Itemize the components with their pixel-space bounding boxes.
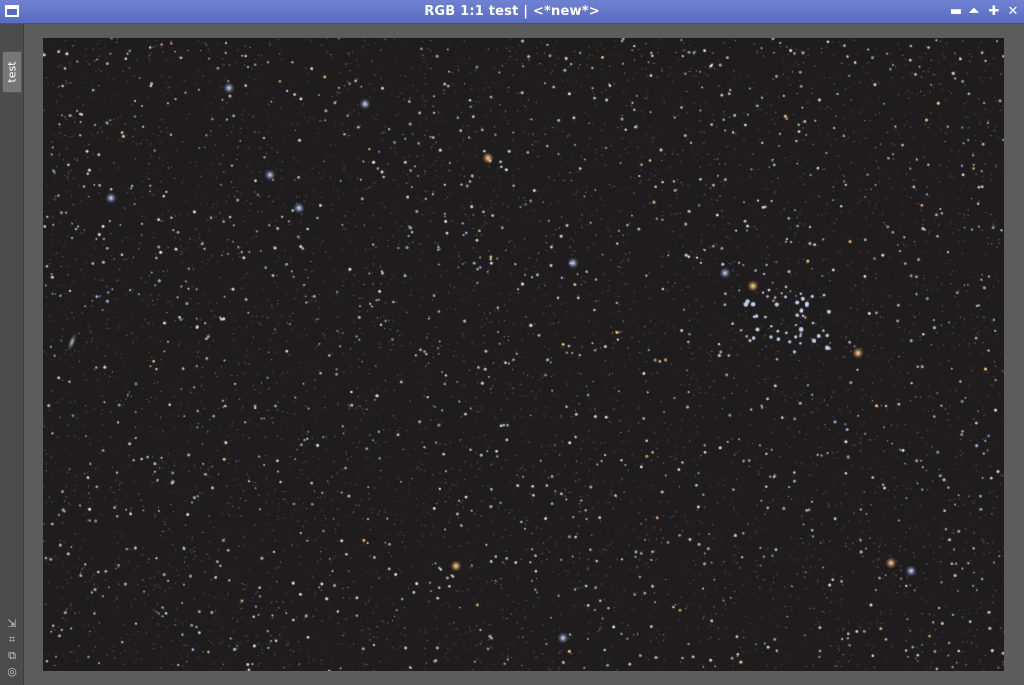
view-tab[interactable]: test — [2, 51, 22, 93]
target-icon[interactable]: ◎ — [6, 666, 18, 678]
star-field-image[interactable] — [43, 38, 1004, 671]
fit-view-icon[interactable]: ⇲ — [6, 618, 18, 630]
zoom-to-fit-icon[interactable]: ⌗ — [6, 634, 18, 646]
window-title: RGB 1:1 test | <*new*> — [424, 4, 600, 19]
clone-view-icon[interactable]: ⧉ — [6, 650, 18, 662]
window-titlebar[interactable]: RGB 1:1 test | <*new*> ▬ ⏶ ✚ ✕ — [0, 0, 1024, 24]
view-tab-label: test — [5, 61, 19, 83]
minimize-button[interactable]: ▬ — [948, 4, 964, 20]
view-sidebar: test ⇲ ⌗ ⧉ ◎ — [0, 24, 24, 685]
close-button[interactable]: ✕ — [1005, 4, 1021, 20]
star-field-canvas[interactable] — [43, 38, 1004, 671]
shade-button[interactable]: ⏶ — [966, 4, 982, 20]
maximize-button[interactable]: ✚ — [986, 4, 1002, 20]
